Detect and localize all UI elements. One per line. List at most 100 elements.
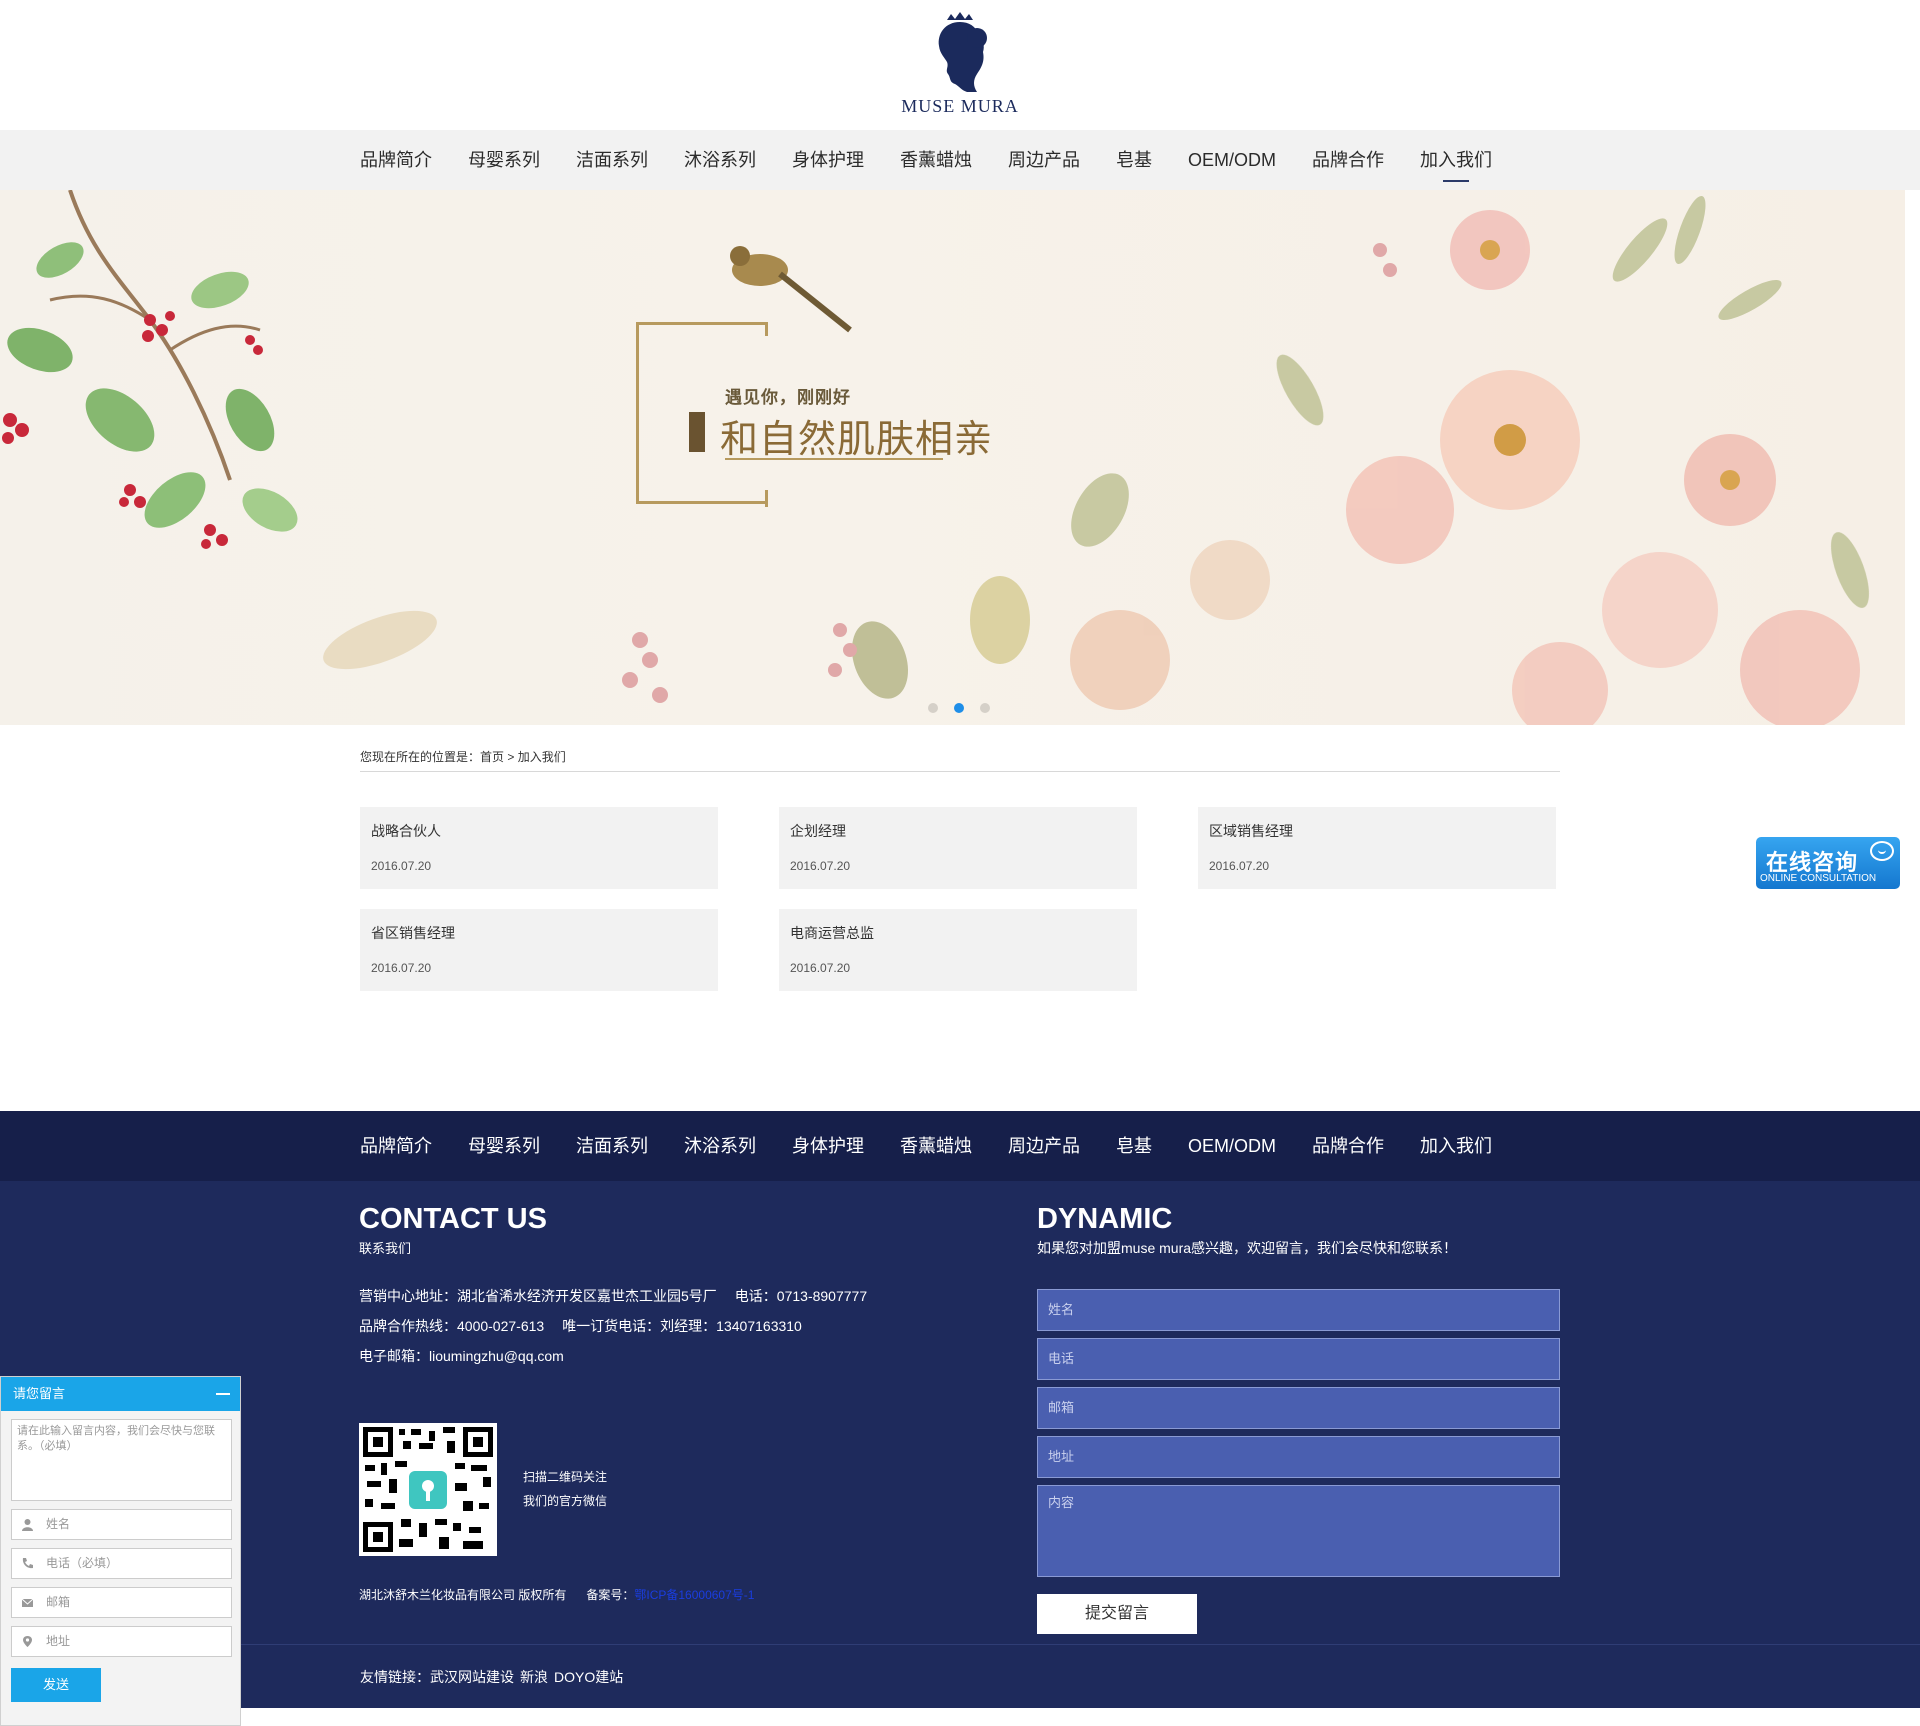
footer-nav-baby-series[interactable]: 母婴系列 — [468, 1111, 540, 1171]
job-card[interactable]: 电商运营总监 2016.07.20 — [779, 909, 1137, 991]
copyright-text: 湖北沐舒木兰化妆品有限公司 版权所有 — [359, 1588, 567, 1602]
footer: CONTACT US 联系我们 营销中心地址：湖北省浠水经济开发区嘉世杰工业园5… — [0, 1181, 1920, 1644]
job-card[interactable]: 区域销售经理 2016.07.20 — [1198, 807, 1556, 889]
friend-links: 友情链接：武汉网站建设 新浪 DOYO建站 — [0, 1644, 1920, 1708]
contact-phone: 电话：0713-8907777 — [734, 1288, 868, 1304]
footer-nav-soap-base[interactable]: 皂基 — [1116, 1111, 1152, 1171]
job-title[interactable]: 战略合伙人 — [371, 821, 707, 841]
breadcrumb-prefix: 您现在所在的位置是： — [360, 750, 481, 764]
message-panel: 请您留言 请在此输入留言内容，我们会尽快与您联系。（必填） 姓名 电话（必填） … — [0, 1376, 241, 1726]
chat-bubble-icon — [1870, 841, 1894, 861]
job-title[interactable]: 企划经理 — [790, 821, 1126, 841]
footer-nav: 品牌简介 母婴系列 洁面系列 沐浴系列 身体护理 香薰蜡烛 周边产品 皂基 OE… — [0, 1111, 1920, 1181]
copyright: 湖北沐舒木兰化妆品有限公司 版权所有 备案号：鄂ICP备16000607号-1 — [359, 1586, 754, 1603]
message-panel-title: 请您留言 — [13, 1386, 66, 1401]
breadcrumb-separator: > — [504, 750, 518, 764]
icp-link[interactable]: 鄂ICP备16000607号-1 — [634, 1588, 754, 1602]
contact-info: 营销中心地址：湖北省浠水经济开发区嘉世杰工业园5号厂 电话：0713-890777… — [359, 1281, 959, 1371]
job-date: 2016.07.20 — [1209, 859, 1270, 873]
carousel-dot[interactable] — [928, 703, 938, 713]
message-email-placeholder: 邮箱 — [46, 1595, 71, 1609]
nav-item-candles[interactable]: 香薰蜡烛 — [900, 130, 972, 190]
carousel-dot[interactable] — [980, 703, 990, 713]
dynamic-title: DYNAMIC — [1037, 1203, 1173, 1235]
footer-nav-brand-intro[interactable]: 品牌简介 — [360, 1111, 432, 1171]
location-pin-icon — [21, 1635, 34, 1648]
nav-item-cooperation[interactable]: 品牌合作 — [1312, 130, 1384, 190]
qr-caption: 扫描二维码关注 我们的官方微信 — [523, 1465, 607, 1513]
brand-logo[interactable]: MUSE MURA — [895, 12, 1025, 120]
banner-frame-corner — [765, 322, 768, 336]
phone-icon — [21, 1557, 34, 1570]
banner-underline — [725, 458, 943, 460]
friend-link[interactable]: DOYO建站 — [554, 1669, 623, 1685]
footer-nav-cooperation[interactable]: 品牌合作 — [1312, 1111, 1384, 1171]
nav-item-bath-series[interactable]: 沐浴系列 — [684, 130, 756, 190]
mail-icon — [21, 1596, 34, 1609]
submit-message-button[interactable]: 提交留言 — [1037, 1594, 1197, 1634]
footer-nav-body-care[interactable]: 身体护理 — [792, 1111, 864, 1171]
contact-subtitle: 联系我们 — [359, 1241, 412, 1256]
message-address-input[interactable]: 地址 — [11, 1626, 232, 1657]
hero-banner: 遇见你，刚刚好 和自然肌肤相亲 — [0, 190, 1905, 725]
nav-item-brand-intro[interactable]: 品牌简介 — [360, 130, 432, 190]
nav-item-baby-series[interactable]: 母婴系列 — [468, 130, 540, 190]
message-name-input[interactable]: 姓名 — [11, 1509, 232, 1540]
job-card[interactable]: 企划经理 2016.07.20 — [779, 807, 1137, 889]
job-title[interactable]: 电商运营总监 — [790, 923, 1126, 943]
carousel-dot-active[interactable] — [954, 703, 964, 713]
footer-nav-oem-odm[interactable]: OEM/ODM — [1188, 1111, 1276, 1171]
footer-nav-join-us[interactable]: 加入我们 — [1420, 1111, 1492, 1171]
phone-field[interactable]: 电话 — [1037, 1338, 1560, 1380]
friend-links-row: 友情链接：武汉网站建设 新浪 DOYO建站 — [360, 1645, 629, 1709]
footer-nav-accessories[interactable]: 周边产品 — [1008, 1111, 1080, 1171]
footer-nav-cleansing-series[interactable]: 洁面系列 — [576, 1111, 648, 1171]
online-consult-button[interactable]: 在线咨询 ONLINE CONSULTATION — [1756, 837, 1900, 889]
breadcrumb-current: 加入我们 — [517, 750, 566, 764]
main-nav-list: 品牌简介 母婴系列 洁面系列 沐浴系列 身体护理 香薰蜡烛 周边产品 皂基 OE… — [360, 130, 1528, 190]
email-field[interactable]: 邮箱 — [1037, 1387, 1560, 1429]
job-card[interactable]: 战略合伙人 2016.07.20 — [360, 807, 718, 889]
message-email-input[interactable]: 邮箱 — [11, 1587, 232, 1618]
message-name-placeholder: 姓名 — [46, 1517, 71, 1531]
job-date: 2016.07.20 — [790, 859, 851, 873]
carousel-dots — [928, 703, 1006, 713]
contact-section: CONTACT US 联系我们 营销中心地址：湖北省浠水经济开发区嘉世杰工业园5… — [359, 1203, 959, 1602]
message-phone-input[interactable]: 电话（必填） — [11, 1548, 232, 1579]
icp-label: 备案号： — [586, 1588, 635, 1602]
nav-item-oem-odm[interactable]: OEM/ODM — [1188, 130, 1276, 190]
job-date: 2016.07.20 — [371, 961, 432, 975]
breadcrumb-home-link[interactable]: 首页 — [480, 750, 504, 764]
wechat-qr-code — [359, 1423, 497, 1556]
contact-address: 营销中心地址：湖北省浠水经济开发区嘉世杰工业园5号厂 — [359, 1288, 717, 1304]
message-panel-header: 请您留言 — [1, 1377, 240, 1411]
banner-subtitle: 遇见你，刚刚好 — [725, 388, 851, 407]
job-date: 2016.07.20 — [371, 859, 432, 873]
contact-hotline: 品牌合作热线：4000-027-613 — [359, 1318, 545, 1334]
nav-item-join-us[interactable]: 加入我们 — [1420, 130, 1492, 190]
breadcrumb: 您现在所在的位置是：首页 > 加入我们 — [360, 748, 1560, 772]
message-address-placeholder: 地址 — [46, 1634, 71, 1648]
nav-item-soap-base[interactable]: 皂基 — [1116, 130, 1152, 190]
minimize-icon[interactable] — [216, 1393, 230, 1395]
qr-caption-line1: 扫描二维码关注 — [523, 1470, 608, 1484]
footer-nav-bath-series[interactable]: 沐浴系列 — [684, 1111, 756, 1171]
consult-sublabel: ONLINE CONSULTATION — [1760, 873, 1877, 884]
footer-nav-candles[interactable]: 香薰蜡烛 — [900, 1111, 972, 1171]
friend-link[interactable]: 新浪 — [520, 1669, 548, 1685]
brand-name: MUSE MURA — [901, 96, 1019, 116]
banner-frame-corner — [765, 490, 768, 507]
name-field[interactable]: 姓名 — [1037, 1289, 1560, 1331]
address-field[interactable]: 地址 — [1037, 1436, 1560, 1478]
nav-item-accessories[interactable]: 周边产品 — [1008, 130, 1080, 190]
send-button[interactable]: 发送 — [11, 1668, 101, 1702]
nav-item-cleansing-series[interactable]: 洁面系列 — [576, 130, 648, 190]
content-field[interactable]: 内容 — [1037, 1485, 1560, 1577]
job-card[interactable]: 省区销售经理 2016.07.20 — [360, 909, 718, 991]
job-title[interactable]: 区域销售经理 — [1209, 821, 1545, 841]
nav-item-body-care[interactable]: 身体护理 — [792, 130, 864, 190]
job-title[interactable]: 省区销售经理 — [371, 923, 707, 943]
friend-link[interactable]: 武汉网站建设 — [430, 1669, 514, 1685]
message-textarea[interactable]: 请在此输入留言内容，我们会尽快与您联系。（必填） — [11, 1419, 232, 1501]
user-icon — [21, 1518, 34, 1531]
